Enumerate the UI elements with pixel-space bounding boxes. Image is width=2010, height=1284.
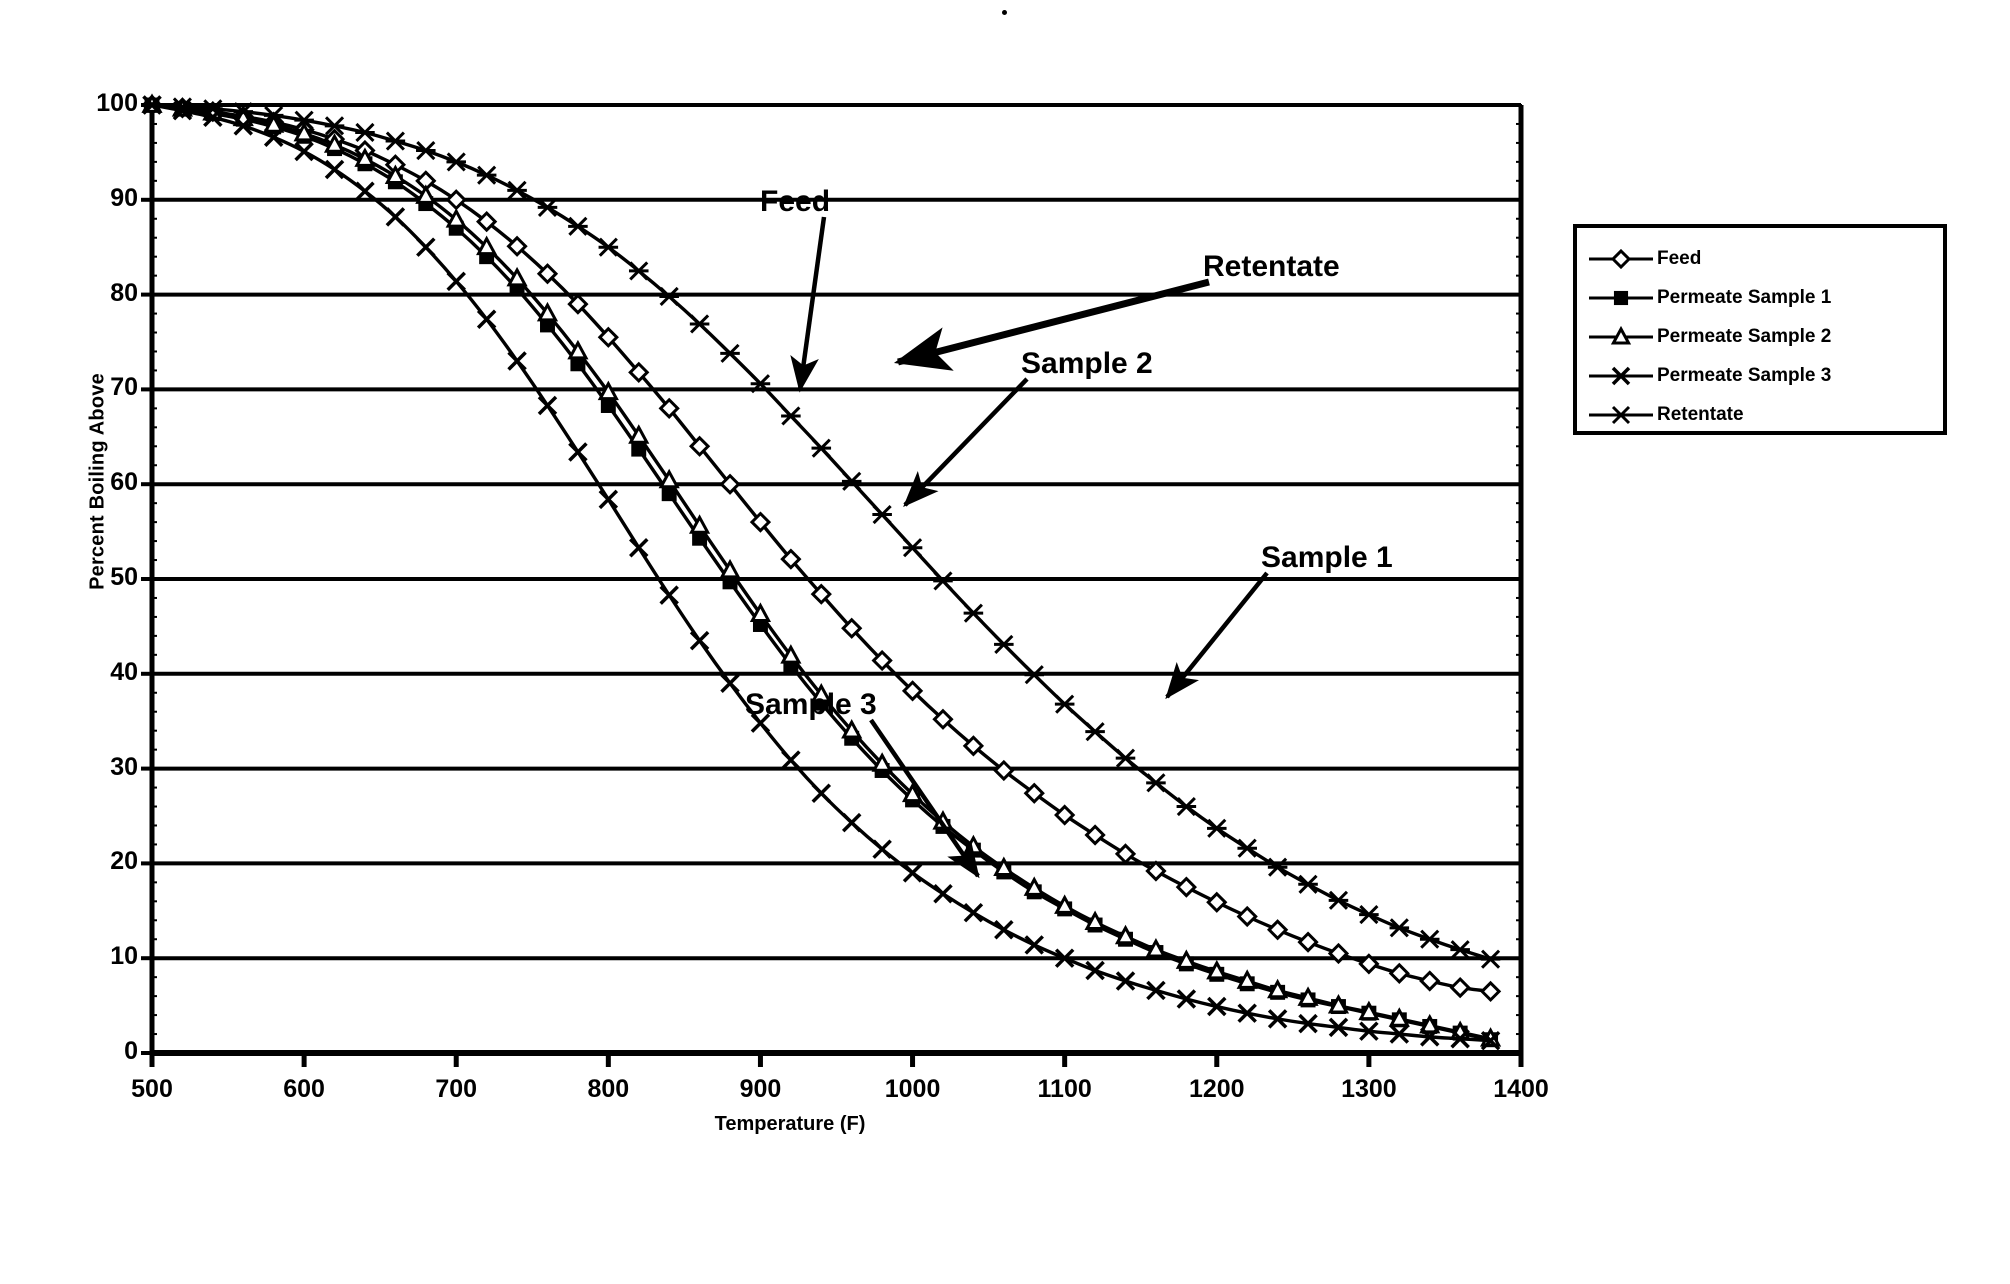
y-tick-label: 60 [110, 468, 138, 497]
x-tick-label: 700 [435, 1075, 478, 1103]
x-tick-label: 900 [739, 1075, 782, 1103]
y-tick-label: 100 [96, 89, 138, 117]
legend-label: Retentate [1657, 404, 1744, 425]
x-axis-title: Temperature (F) [714, 1113, 866, 1135]
y-tick-label: 70 [110, 373, 138, 402]
x-tick-label: 1200 [1188, 1075, 1245, 1103]
annotation-label-feed: Feed [760, 185, 831, 218]
x-tick-label: 1000 [884, 1075, 941, 1103]
annotation-arrows [790, 216, 1269, 879]
legend-item-permeate-sample-2[interactable]: Permeate Sample 2 [1587, 320, 1831, 354]
x-tick-label: 600 [283, 1075, 325, 1103]
x-tick-label: 1400 [1493, 1075, 1549, 1103]
legend-item-feed[interactable]: Feed [1587, 242, 1701, 276]
chart-page: Percent Boiling Above Temperature (F) 10… [0, 0, 2010, 1284]
legend-label: Feed [1657, 248, 1702, 269]
x-tick-label: 1300 [1341, 1075, 1397, 1103]
annotation-label-sample-3: Sample 3 [745, 688, 877, 721]
y-tick-label: 40 [110, 657, 138, 686]
filled-square-icon [1587, 283, 1655, 313]
open-diamond-icon [1587, 244, 1655, 274]
x-tick-label: 500 [131, 1075, 173, 1103]
y-tick-label: 80 [110, 278, 138, 307]
legend-label: Permeate Sample 2 [1657, 326, 1832, 347]
legend-item-retentate[interactable]: Retentate [1587, 398, 1744, 432]
x-tick-label: 1100 [1037, 1075, 1092, 1103]
y-tick-label: 90 [110, 183, 138, 212]
annotation-label-retentate: Retentate [1203, 250, 1340, 283]
legend-item-permeate-sample-3[interactable]: Permeate Sample 3 [1587, 359, 1831, 393]
x-tick-label: 800 [587, 1075, 630, 1103]
legend-label: Permeate Sample 1 [1657, 287, 1832, 308]
y-tick-label: 20 [110, 847, 138, 876]
asterisk-icon [1587, 400, 1655, 430]
legend-item-permeate-sample-1[interactable]: Permeate Sample 1 [1587, 281, 1831, 315]
chart-legend: Feed Permeate Sample 1 Permeate Sample 2 Pe… [1573, 224, 1947, 435]
open-triangle-icon [1587, 322, 1655, 352]
gridlines [152, 103, 1521, 961]
y-tick-label: 0 [124, 1037, 138, 1065]
plot-area: Percent Boiling Above Temperature (F) 10… [0, 0, 2010, 1284]
y-tick-label: 50 [110, 563, 138, 591]
annotation-label-sample-1: Sample 1 [1261, 541, 1393, 574]
annotation-label-sample-2: Sample 2 [1021, 347, 1153, 380]
legend-label: Permeate Sample 3 [1657, 365, 1832, 386]
y-tick-label: 10 [110, 942, 138, 971]
cross-x-icon [1587, 361, 1655, 391]
y-tick-label: 30 [110, 752, 138, 781]
